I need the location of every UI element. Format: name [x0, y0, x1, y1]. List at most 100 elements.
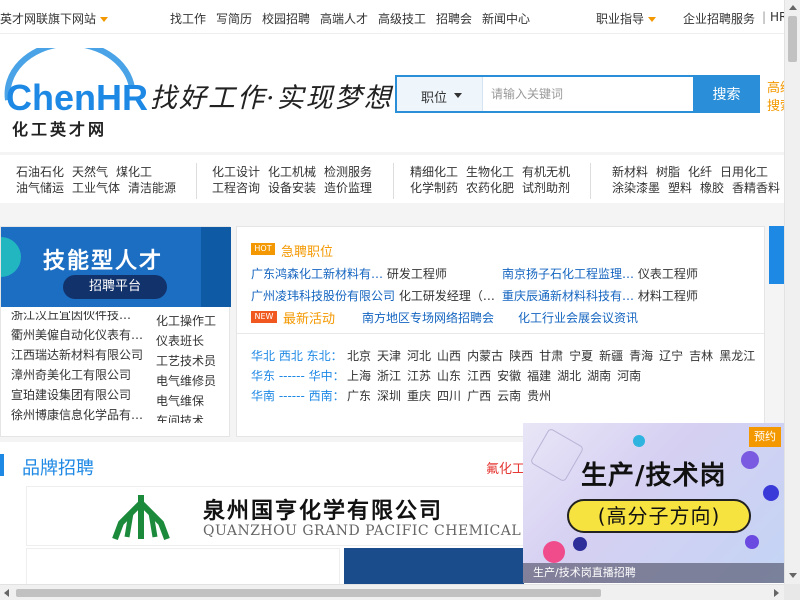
- city-link[interactable]: 江西: [467, 369, 491, 383]
- fluorine-chem-link[interactable]: 氟化工: [486, 458, 525, 477]
- nav-senior-talent[interactable]: 高端人才: [320, 10, 368, 27]
- nav-job-fair[interactable]: 招聘会: [436, 10, 472, 27]
- city-link[interactable]: 山西: [437, 349, 461, 363]
- network-dropdown[interactable]: 英才网联旗下网站: [0, 10, 109, 27]
- chenhr-logo-icon[interactable]: ChenHR: [0, 48, 150, 116]
- category-link[interactable]: 造价监理: [324, 181, 372, 195]
- category-link[interactable]: 橡胶: [700, 181, 724, 195]
- urgent-job-item[interactable]: 广东鸿森化工新材料有… 研发工程师: [251, 265, 447, 282]
- city-link[interactable]: 北京: [347, 349, 371, 363]
- category-link[interactable]: 化工机械: [268, 165, 316, 179]
- company-name: 广东鸿森化工新材料有…: [251, 267, 384, 281]
- region-label: 华南 ------ 西南：: [251, 389, 345, 403]
- city-link[interactable]: 山东: [437, 369, 461, 383]
- category-link[interactable]: 化学制药: [410, 181, 458, 195]
- list-item[interactable]: 宣珀建设集团有限公司 电气维保: [11, 385, 223, 408]
- category-link[interactable]: 精细化工: [410, 165, 458, 179]
- search-button[interactable]: 搜索: [693, 77, 760, 111]
- category-link[interactable]: 工程咨询: [212, 181, 260, 195]
- scroll-up-icon[interactable]: [789, 5, 797, 10]
- urgent-job-item[interactable]: 重庆辰通新材料科技有… 材料工程师: [502, 287, 698, 304]
- category-link[interactable]: 涂染漆墨: [612, 181, 660, 195]
- horizontal-scrollbar[interactable]: [0, 584, 784, 600]
- city-link[interactable]: 辽宁: [659, 349, 683, 363]
- urgent-job-item[interactable]: 南京扬子石化工程监理… 仪表工程师: [502, 265, 698, 282]
- city-link[interactable]: 广东: [347, 389, 371, 403]
- city-link[interactable]: 河南: [617, 369, 641, 383]
- city-link[interactable]: 广西: [467, 389, 491, 403]
- category-link[interactable]: 香精香料: [732, 181, 780, 195]
- city-link[interactable]: 新疆: [599, 349, 623, 363]
- city-link[interactable]: 福建: [527, 369, 551, 383]
- search-input[interactable]: [483, 77, 693, 111]
- city-link[interactable]: 深圳: [377, 389, 401, 403]
- category-link[interactable]: 日用化工: [720, 165, 768, 179]
- company-logo-card[interactable]: 泉州国亨化学有限公司 QUANZHOU GRAND PACIFIC CHEMIC…: [26, 486, 531, 546]
- nav-skilled-worker[interactable]: 高级技工: [378, 10, 426, 27]
- category-link[interactable]: 石油石化: [16, 165, 64, 179]
- enterprise-link[interactable]: 企业招聘服务: [683, 10, 755, 27]
- molecule-ball-icon: [633, 435, 645, 447]
- city-link[interactable]: 安徽: [497, 369, 521, 383]
- category-link[interactable]: 油气储运: [16, 181, 64, 195]
- scrollbar-thumb[interactable]: [788, 16, 797, 62]
- list-item[interactable]: 衢州美僱自动化仪表有… 仪表班长: [11, 325, 223, 348]
- category-link[interactable]: 新材料: [612, 165, 648, 179]
- city-link[interactable]: 陕西: [509, 349, 533, 363]
- urgent-job-item[interactable]: 广州凌玮科技股份有限公司 化工研发经理（…: [251, 287, 495, 304]
- category-link[interactable]: 检测服务: [324, 165, 372, 179]
- nav-news[interactable]: 新闻中心: [482, 10, 530, 27]
- city-link[interactable]: 重庆: [407, 389, 431, 403]
- category-link[interactable]: 有机无机: [522, 165, 570, 179]
- region-row-south: 华南 ------ 西南： 广东 深圳 重庆 四川 广西 云南 贵州: [251, 387, 557, 404]
- city-link[interactable]: 内蒙古: [467, 349, 503, 363]
- city-link[interactable]: 天津: [377, 349, 401, 363]
- scroll-down-icon[interactable]: [789, 573, 797, 578]
- category-link[interactable]: 化纤: [688, 165, 712, 179]
- city-link[interactable]: 贵州: [527, 389, 551, 403]
- category-link[interactable]: 工业气体: [72, 181, 120, 195]
- category-link[interactable]: 农药化肥: [466, 181, 514, 195]
- city-link[interactable]: 云南: [497, 389, 521, 403]
- scroll-left-icon[interactable]: [4, 589, 9, 597]
- category-link[interactable]: 清洁能源: [128, 181, 176, 195]
- livestream-ad-popup[interactable]: 预约 生产/技术岗 (高分子方向) 生产/技术岗直播招聘: [523, 423, 784, 583]
- city-link[interactable]: 湖南: [587, 369, 611, 383]
- city-link[interactable]: 河北: [407, 349, 431, 363]
- category-link[interactable]: 塑料: [668, 181, 692, 195]
- category-link[interactable]: 生物化工: [466, 165, 514, 179]
- nav-write-resume[interactable]: 写简历: [216, 10, 252, 27]
- category-link[interactable]: 试剂助剂: [522, 181, 570, 195]
- vertical-scrollbar[interactable]: [784, 0, 800, 584]
- skilled-talent-banner[interactable]: 技能型人才 招聘平台: [1, 227, 231, 307]
- city-link[interactable]: 上海: [347, 369, 371, 383]
- list-item[interactable]: 徐州博康信息化学品有… 车间技术: [11, 405, 223, 423]
- activity-link[interactable]: 南方地区专场网络招聘会: [362, 309, 494, 326]
- reserve-tag[interactable]: 预约: [749, 427, 781, 447]
- activity-link[interactable]: 化工行业会展会议资讯: [518, 309, 638, 326]
- category-link[interactable]: 化工设计: [212, 165, 260, 179]
- city-link[interactable]: 浙江: [377, 369, 401, 383]
- city-link[interactable]: 湖北: [557, 369, 581, 383]
- city-link[interactable]: 吉林: [689, 349, 713, 363]
- nav-find-job[interactable]: 找工作: [170, 10, 206, 27]
- city-link[interactable]: 青海: [629, 349, 653, 363]
- career-guide-dropdown[interactable]: 职业指导: [596, 10, 657, 27]
- city-link[interactable]: 江苏: [407, 369, 431, 383]
- category-link[interactable]: 树脂: [656, 165, 680, 179]
- scrollbar-thumb[interactable]: [16, 589, 601, 597]
- scroll-right-icon[interactable]: [774, 589, 779, 597]
- side-banner-edge[interactable]: [769, 226, 784, 284]
- category-link[interactable]: 煤化工: [116, 165, 152, 179]
- category-link[interactable]: 天然气: [72, 165, 108, 179]
- city-link[interactable]: 宁夏: [569, 349, 593, 363]
- list-item[interactable]: 漳州奇美化工有限公司 电气维修员: [11, 365, 223, 388]
- city-link[interactable]: 甘肃: [539, 349, 563, 363]
- city-link[interactable]: 四川: [437, 389, 461, 403]
- list-item[interactable]: 浙江汉丘宜因伙件技… 化工操作工: [11, 311, 223, 328]
- search-type-select[interactable]: 职位: [397, 77, 483, 111]
- category-link[interactable]: 设备安装: [268, 181, 316, 195]
- list-item[interactable]: 江西瑞达新材料有限公司 工艺技术员: [11, 345, 223, 368]
- city-link[interactable]: 黑龙江: [719, 349, 755, 363]
- nav-campus[interactable]: 校园招聘: [262, 10, 310, 27]
